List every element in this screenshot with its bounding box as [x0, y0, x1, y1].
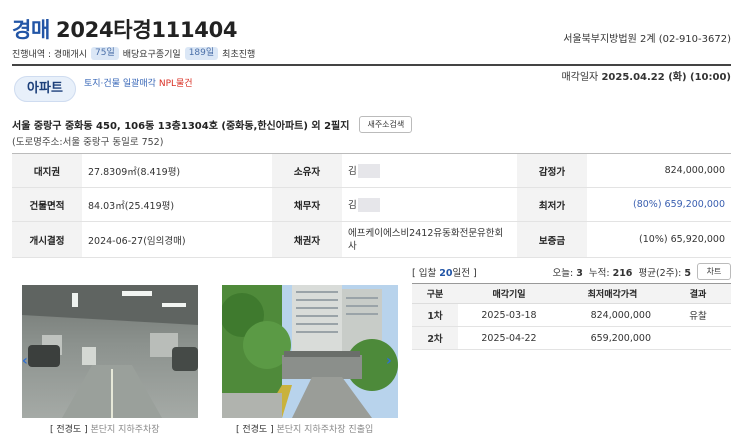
photo-caption: [ 전경도 ] 본단지 지하주차장 진출입 [236, 422, 373, 435]
sale-date: 매각일자 2025.04.22 (화) (10:00) [561, 68, 731, 83]
property-tags: 토지·건물 일괄매각 NPL물건 [84, 76, 193, 89]
avg-value: 5 [684, 268, 691, 279]
road-address: (도로명주소:서울 중랑구 동일로 752) [12, 137, 164, 148]
progress-info: 진행내역 : 경매개시 75일 배당요구종기일 189일 최초진행 [12, 47, 255, 60]
avg-label: 평균(2주): [638, 268, 685, 279]
photo-caption: [ 전경도 ] 본단지 지하주차장 [50, 422, 160, 435]
today-value: 3 [576, 268, 583, 279]
chart-button[interactable]: 차트 [697, 263, 731, 280]
bid-stats: [ 입찰 20일전 ] 오늘: 3 누적: 216 평균(2주): 5 차트 [412, 263, 731, 281]
case-header: 경매 2024타경111404 서울북부지방법원 2계 (02-910-3672)… [12, 14, 731, 62]
deposit-label: 보증금 [517, 221, 587, 258]
sale-history-table: 구분 매각기일 최저매각가격 결과 1차 2025-03-18 824,000,… [412, 283, 731, 350]
photo-parking[interactable]: ‹ [22, 285, 198, 418]
property-address: 서울 중랑구 중화동 450, 106동 13층1304호 (중화동,한신아파트… [12, 116, 413, 133]
table-row: 대지권 27.8309㎡(8.419평) 소유자 김 감정가 824,000,0… [12, 153, 731, 188]
price-cell: 824,000,000 [560, 303, 665, 327]
countdown-days: 20 [439, 268, 453, 279]
bulk-sale-tag: 토지·건물 일괄매각 [84, 79, 156, 89]
caption-desc: 본단지 지하주차장 진출입 [276, 425, 374, 435]
result-cell: 유찰 [665, 303, 731, 327]
total-label: 누적: [588, 268, 613, 279]
progress-days-badge: 75일 [91, 47, 119, 60]
table-row: 건물면적 84.03㎡(25.419평) 채무자 김 최저가 (80%) 659… [12, 187, 731, 222]
header-divider [12, 64, 731, 66]
min-price-label: 최저가 [517, 187, 587, 222]
column-header: 결과 [665, 283, 731, 304]
property-type-badge: 아파트 [14, 76, 76, 102]
owner-label: 소유자 [272, 153, 342, 188]
table-row: 1차 2025-03-18 824,000,000 유찰 [412, 303, 731, 327]
view-counts: 오늘: 3 누적: 216 평균(2주): 5 [553, 265, 692, 279]
date-cell: 2025-03-18 [458, 303, 560, 327]
case-title: 경매 2024타경111404 [12, 14, 238, 44]
debtor-label: 채무자 [272, 187, 342, 222]
caption-tag: [ 전경도 ] [50, 425, 88, 435]
auction-kind: 경매 [12, 18, 51, 42]
redacted-block [357, 164, 380, 179]
bid-countdown: [ 입찰 20일전 ] [412, 265, 477, 279]
photo-entrance[interactable]: › [222, 285, 398, 418]
debtor-value: 김 [348, 199, 357, 211]
countdown-prefix: [ 입찰 [412, 268, 440, 279]
claim-days-badge: 189일 [184, 47, 219, 60]
today-label: 오늘: [552, 268, 577, 279]
round-cell: 1차 [412, 303, 458, 327]
land-value: 27.8309㎡(8.419평) [82, 153, 272, 188]
start-label: 개시결정 [12, 221, 82, 258]
address-text: 서울 중랑구 중화동 450, 106동 13층1304호 (중화동,한신아파트… [12, 121, 350, 132]
column-header: 구분 [412, 283, 458, 304]
caption-desc: 본단지 지하주차장 [90, 425, 160, 435]
case-number: 2024타경111404 [56, 18, 238, 42]
parking-garage-image [22, 285, 198, 418]
column-header: 최저매각가격 [560, 283, 665, 304]
debtor-cell: 김 [342, 187, 517, 222]
table-header-row: 구분 매각기일 최저매각가격 결과 [412, 283, 731, 304]
progress-label: 진행내역 : 경매개시 [12, 50, 87, 60]
round-cell: 2차 [412, 326, 458, 350]
redacted-block [357, 198, 380, 213]
price-cell: 659,200,000 [560, 326, 665, 350]
countdown-suffix: 일전 ] [452, 268, 477, 279]
total-value: 216 [612, 268, 633, 279]
area-value: 84.03㎡(25.419평) [82, 187, 272, 222]
new-address-search-button[interactable]: 새주소검색 [359, 116, 413, 133]
appraisal-value: 824,000,000 [587, 153, 731, 188]
owner-cell: 김 [342, 153, 517, 188]
column-header: 매각기일 [458, 283, 560, 304]
min-price-value: (80%) 659,200,000 [587, 187, 731, 222]
property-info-table: 대지권 27.8309㎡(8.419평) 소유자 김 감정가 824,000,0… [12, 153, 731, 258]
photo-gallery: ‹ › [ 전경도 ] 본단지 지하주차장 [ 전경도 ] 본단지 지하주차장 … [22, 285, 402, 435]
sale-date-value: 2025.04.22 (화) (10:00) [601, 72, 731, 83]
result-cell [665, 326, 731, 350]
appraisal-label: 감정가 [517, 153, 587, 188]
start-value: 2024-06-27(임의경매) [82, 221, 272, 258]
land-label: 대지권 [12, 153, 82, 188]
date-cell: 2025-04-22 [458, 326, 560, 350]
area-label: 건물면적 [12, 187, 82, 222]
court-info: 서울북부지방법원 2계 (02-910-3672) [563, 34, 731, 45]
table-row: 개시결정 2024-06-27(임의경매) 채권자 에프케이에스비2412유동화… [12, 221, 731, 258]
creditor-value: 에프케이에스비2412유동화전문유한회사 [342, 221, 517, 258]
creditor-label: 채권자 [272, 221, 342, 258]
deposit-value: (10%) 65,920,000 [587, 221, 731, 258]
table-row: 2차 2025-04-22 659,200,000 [412, 326, 731, 350]
caption-tag: [ 전경도 ] [236, 425, 274, 435]
parking-entrance-image [222, 285, 398, 418]
next-photo-icon[interactable]: › [386, 353, 392, 369]
claim-label: 배당요구종기일 [122, 50, 181, 60]
owner-value: 김 [348, 165, 357, 177]
sale-date-label: 매각일자 [561, 72, 599, 83]
previous-photo-icon[interactable]: ‹ [22, 353, 28, 369]
npl-tag: NPL물건 [158, 79, 193, 89]
first-progress-label: 최초진행 [222, 50, 256, 60]
